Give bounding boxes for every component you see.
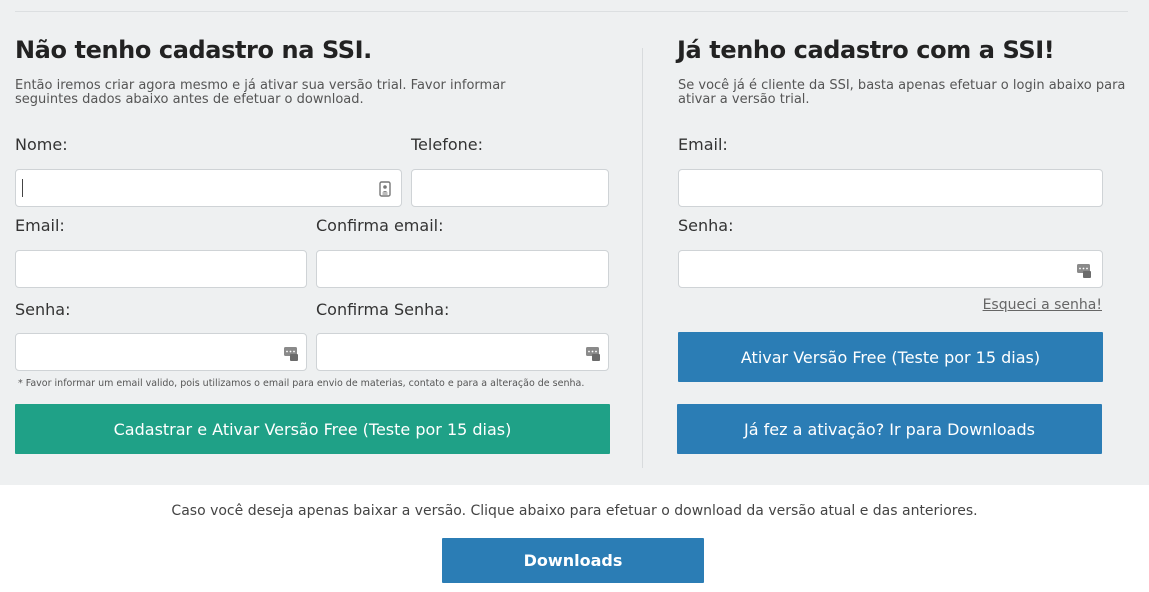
contact-card-icon[interactable] (378, 181, 392, 197)
senha-input[interactable] (16, 334, 306, 370)
password-manager-icon[interactable] (586, 345, 600, 361)
confirma-senha-label: Confirma Senha: (316, 300, 450, 319)
login-senha-label: Senha: (678, 216, 734, 235)
login-email-input[interactable] (679, 170, 1102, 206)
signup-panel: Não tenho cadastro na SSI. Então iremos … (0, 0, 1149, 485)
confirma-senha-input[interactable] (317, 334, 608, 370)
signup-description: Então iremos criar agora mesmo e já ativ… (15, 78, 506, 107)
confirma-senha-field[interactable] (316, 333, 609, 371)
ativar-versao-button[interactable]: Ativar Versão Free (Teste por 15 dias) (678, 332, 1103, 382)
column-divider (642, 48, 643, 468)
login-senha-input[interactable] (679, 251, 1102, 287)
downloads-button[interactable]: Downloads (442, 538, 704, 583)
top-divider (15, 11, 1128, 12)
senha-field[interactable] (15, 333, 307, 371)
signup-title: Não tenho cadastro na SSI. (15, 36, 372, 64)
email-note: * Favor informar um email valido, pois u… (18, 378, 585, 389)
password-manager-icon[interactable] (284, 345, 298, 361)
nome-input[interactable] (16, 170, 401, 206)
login-title: Já tenho cadastro com a SSI! (677, 36, 1055, 64)
login-description: Se você já é cliente da SSI, basta apena… (678, 78, 1126, 107)
login-email-label: Email: (678, 135, 728, 154)
telefone-input[interactable] (412, 170, 608, 206)
email-field[interactable] (15, 250, 307, 288)
telefone-label: Telefone: (411, 135, 483, 154)
email-label: Email: (15, 216, 65, 235)
password-manager-icon[interactable] (1077, 262, 1091, 278)
telefone-field[interactable] (411, 169, 609, 207)
download-info-text: Caso você deseja apenas baixar a versão.… (171, 503, 978, 519)
confirma-email-field[interactable] (316, 250, 609, 288)
login-email-field[interactable] (678, 169, 1103, 207)
confirma-email-label: Confirma email: (316, 216, 444, 235)
cadastrar-button[interactable]: Cadastrar e Ativar Versão Free (Teste po… (15, 404, 610, 454)
senha-label: Senha: (15, 300, 71, 319)
nome-label: Nome: (15, 135, 68, 154)
ir-downloads-button[interactable]: Já fez a ativação? Ir para Downloads (677, 404, 1102, 454)
confirma-email-input[interactable] (317, 251, 608, 287)
login-senha-field[interactable] (678, 250, 1103, 288)
nome-field[interactable] (15, 169, 402, 207)
text-caret (22, 179, 23, 197)
email-input[interactable] (16, 251, 306, 287)
forgot-password-link[interactable]: Esqueci a senha! (983, 297, 1102, 313)
